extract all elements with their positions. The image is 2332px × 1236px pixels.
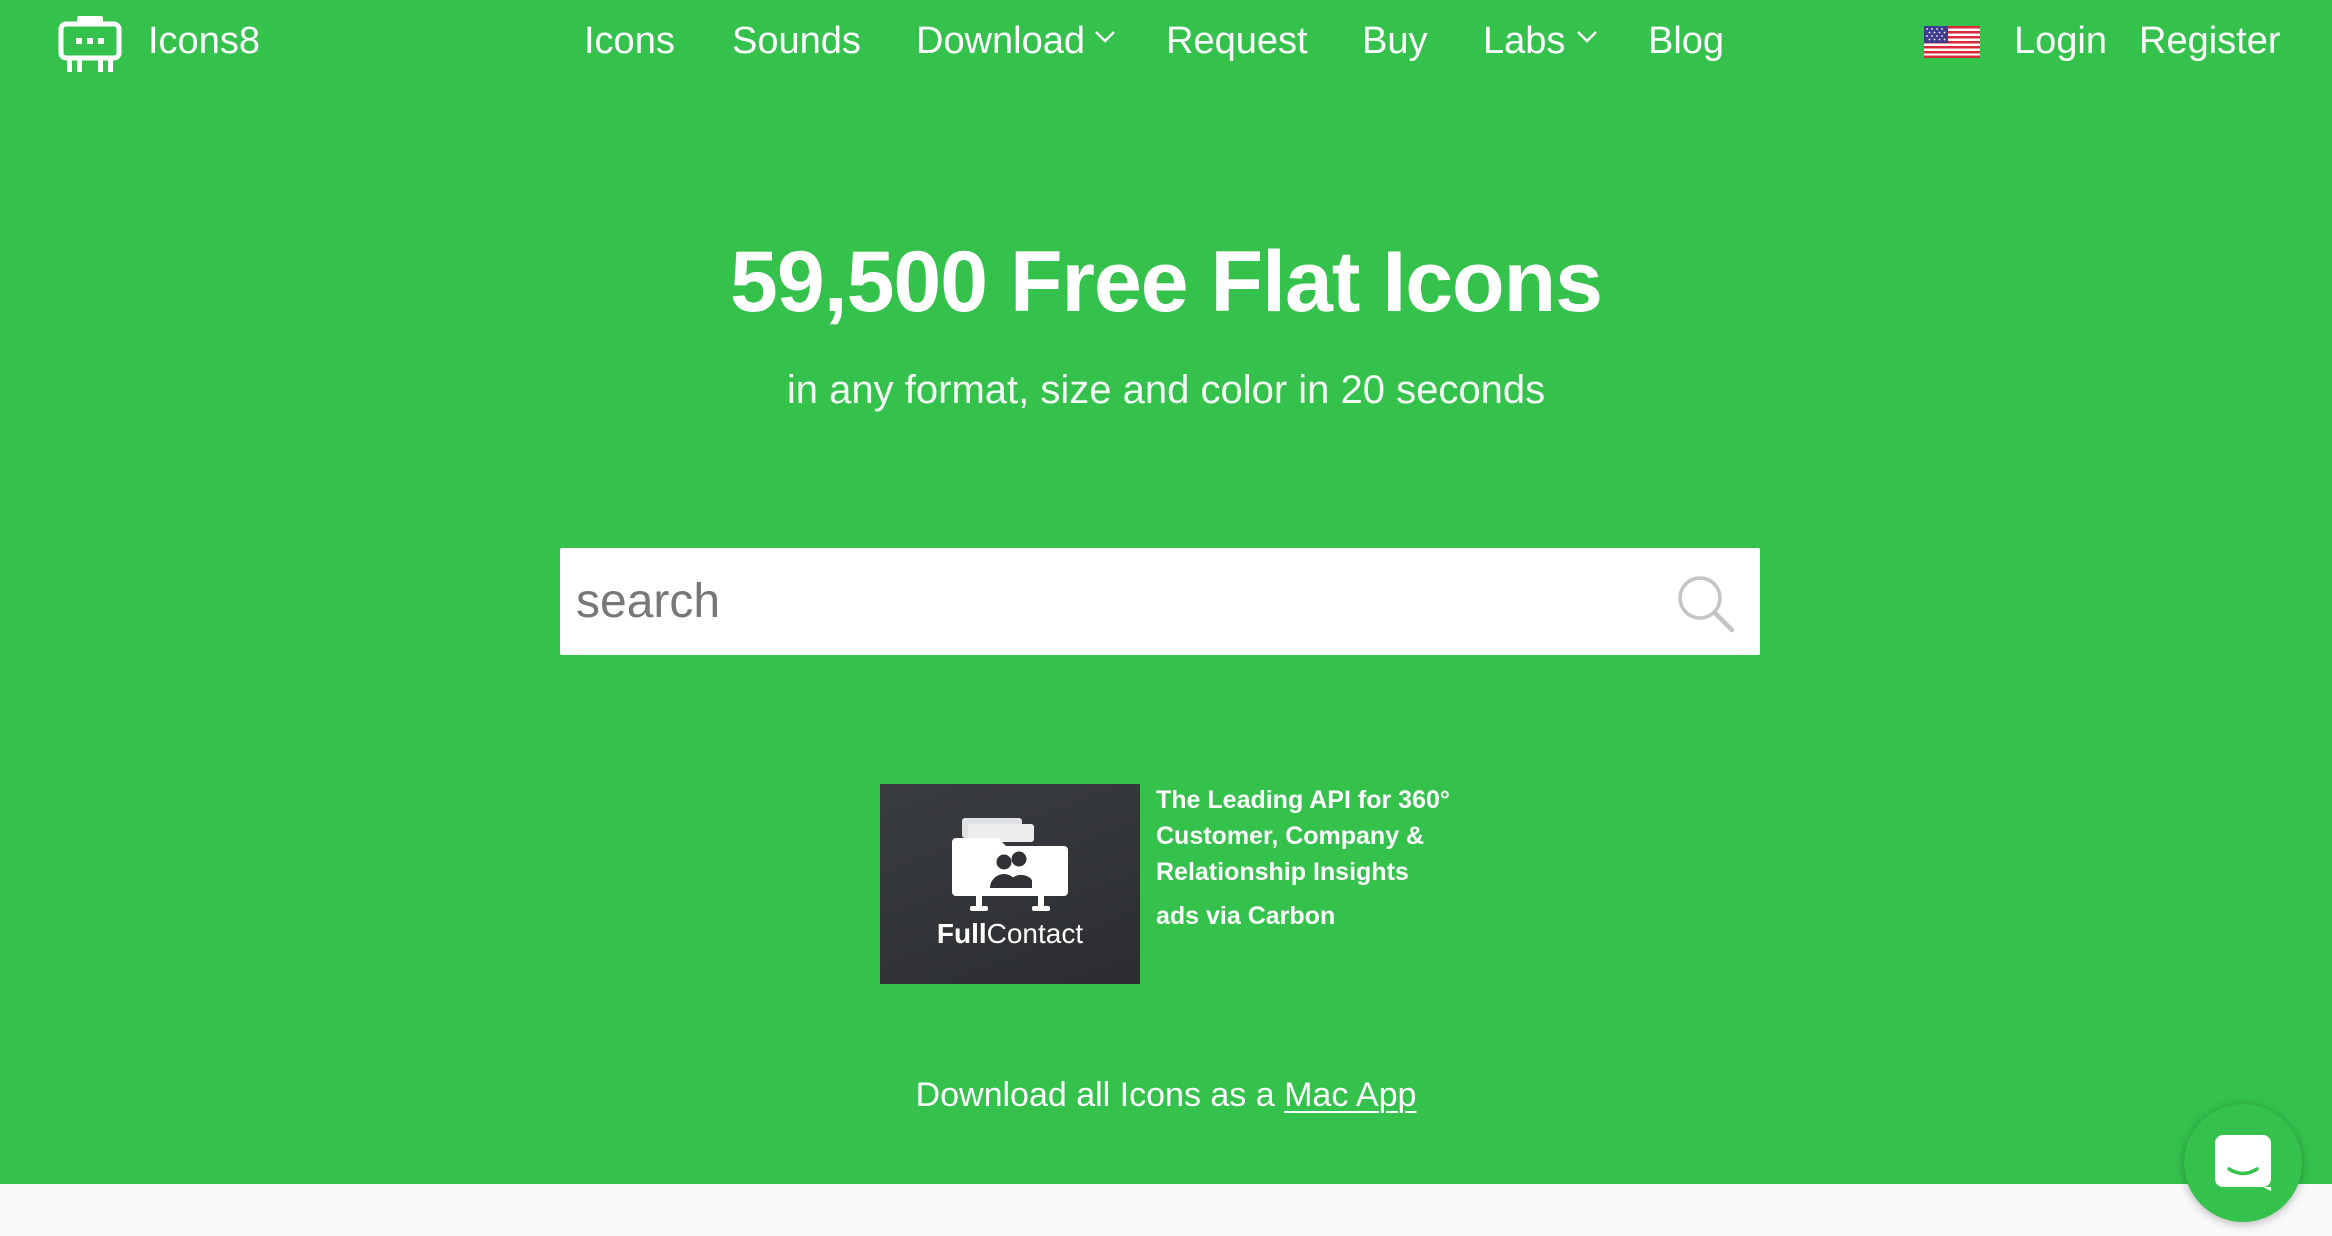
icons8-logo-icon[interactable] (57, 14, 123, 76)
search-input[interactable] (576, 548, 1636, 655)
hero-title: 59,500 Free Flat Icons (730, 234, 1603, 330)
mac-app-link[interactable]: Mac App (1284, 1076, 1416, 1114)
logo-text[interactable]: Icons8 (148, 14, 260, 68)
chat-icon (2215, 1135, 2271, 1191)
ad-text-line-2[interactable]: Customer, Company & (1156, 818, 1424, 854)
nav-labs-label: Labs (1483, 20, 1566, 62)
ad-text-line-1[interactable]: The Leading API for 360° (1156, 782, 1450, 818)
nav-request[interactable]: Request (1166, 14, 1308, 68)
us-flag-icon[interactable] (1924, 26, 1980, 58)
mac-app-prefix: Download all Icons as a (915, 1076, 1275, 1114)
chevron-down-icon (1577, 31, 1597, 43)
nav-sounds[interactable]: Sounds (732, 14, 861, 68)
hero-subtitle: in any format, size and color in 20 seco… (786, 368, 1546, 412)
chevron-down-icon (1095, 31, 1115, 43)
ad-brand: FullContact (880, 914, 1140, 954)
nav-download-label: Download (916, 20, 1085, 62)
mac-app-line: Download all Icons as a Mac App (0, 1070, 2332, 1120)
ad-via-carbon[interactable]: ads via Carbon (1156, 898, 1335, 934)
ad-brand-light: Contact (986, 918, 1084, 949)
register-link[interactable]: Register (2139, 14, 2281, 68)
nav-icons[interactable]: Icons (584, 14, 675, 68)
ad-brand-bold: Full (936, 918, 987, 949)
fullcontact-folder-icon (952, 818, 1068, 911)
login-link[interactable]: Login (2014, 14, 2107, 68)
chat-button[interactable] (2184, 1104, 2302, 1222)
ad-text-line-3[interactable]: Relationship Insights (1156, 854, 1409, 890)
nav-blog[interactable]: Blog (1648, 14, 1724, 68)
ad-image[interactable]: FullContact (880, 784, 1140, 984)
search-box (560, 548, 1760, 655)
nav-download[interactable]: Download (916, 14, 1085, 68)
nav-labs[interactable]: Labs (1483, 14, 1565, 68)
search-icon[interactable] (1674, 572, 1738, 636)
content-area (0, 1184, 2332, 1236)
nav-buy[interactable]: Buy (1362, 14, 1427, 68)
